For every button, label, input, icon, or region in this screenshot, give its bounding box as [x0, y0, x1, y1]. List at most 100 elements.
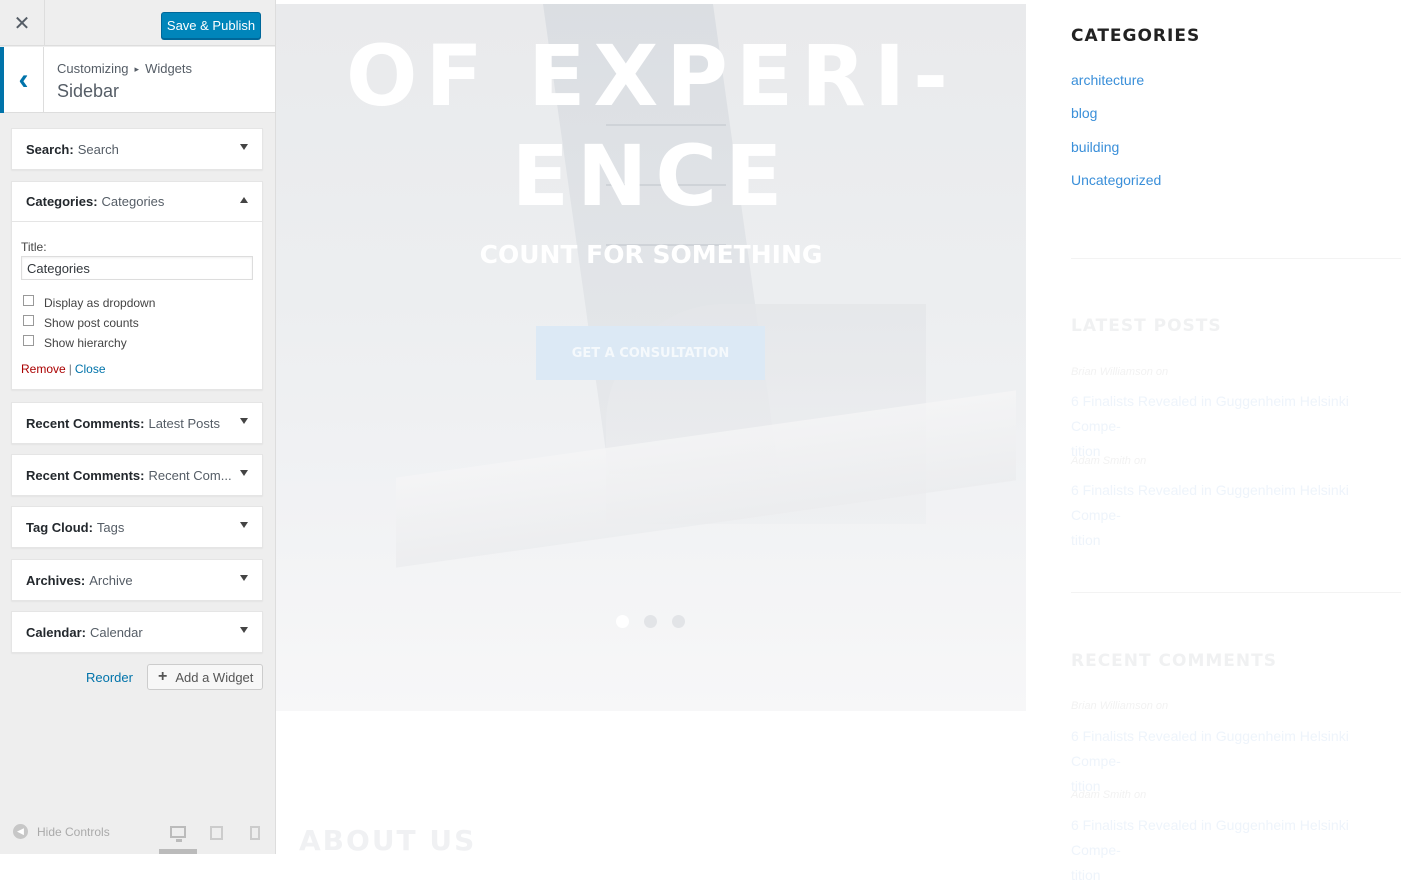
- about-heading: ABOUT US: [299, 824, 477, 857]
- comment-link-line: 6 Finalists Revealed in Guggenheim Helsi…: [1071, 728, 1349, 769]
- widget-type: Recent Comments:: [26, 467, 145, 483]
- checkbox-row-post-counts[interactable]: Show post counts: [23, 313, 253, 333]
- close-link[interactable]: Close: [75, 362, 106, 376]
- divider: [1071, 258, 1401, 259]
- consultation-button[interactable]: GET A CONSULTATION: [536, 326, 765, 380]
- post-meta: Adam Smith on: [1071, 455, 1147, 467]
- close-customizer-button[interactable]: ✕: [0, 0, 45, 46]
- section-title-bar: ‹ Customizing ▸ Widgets Sidebar: [0, 47, 275, 113]
- post-link[interactable]: 6 Finalists Revealed in Guggenheim Helsi…: [1071, 389, 1401, 464]
- comment-meta: Brian Williamson on: [1071, 700, 1169, 712]
- arrow-down-icon[interactable]: [240, 470, 248, 476]
- slider-dot[interactable]: [644, 615, 657, 628]
- widget-name: Categories: [101, 194, 165, 209]
- widget-form: Title: Display as dropdown Show post cou…: [12, 222, 262, 376]
- arrow-down-icon[interactable]: [240, 144, 248, 150]
- close-icon: ✕: [13, 12, 31, 35]
- chevron-left-icon: ‹: [18, 63, 29, 96]
- arrow-up-icon[interactable]: [240, 197, 248, 203]
- widget-archives: Archives: Archive: [11, 559, 263, 601]
- widget-actions: Remove | Close: [21, 362, 253, 376]
- collapse-arrow-icon: ◀: [13, 824, 28, 839]
- breadcrumb-separator-icon: ▸: [134, 64, 140, 74]
- back-button[interactable]: ‹: [0, 47, 44, 113]
- comment-link-line: tition: [1071, 867, 1101, 883]
- checkbox[interactable]: [23, 294, 34, 306]
- widget-header[interactable]: Search: Search: [12, 129, 262, 169]
- customizer-header: ✕ Save & Publish: [0, 0, 275, 46]
- comment-meta: Adam Smith on: [1071, 789, 1147, 801]
- category-link[interactable]: blog: [1071, 105, 1097, 121]
- widget-tag-cloud: Tag Cloud: Tags: [11, 506, 263, 548]
- widget-header[interactable]: Calendar: Calendar: [12, 612, 262, 652]
- widget-calendar: Calendar: Calendar: [11, 611, 263, 653]
- desktop-preview-icon[interactable]: [170, 826, 186, 842]
- post-meta: Brian Williamson on: [1071, 366, 1169, 378]
- recent-comments-heading: RECENT COMMENTS: [1071, 651, 1277, 671]
- post-link-line: 6 Finalists Revealed in Guggenheim Helsi…: [1071, 393, 1349, 434]
- widget-header[interactable]: Recent Comments: Recent Com...: [12, 455, 262, 495]
- breadcrumb: Customizing ▸ Widgets: [57, 61, 192, 76]
- hero-title-line: OF EXPERI-: [346, 27, 956, 125]
- hero-title: OF EXPERI- ENCE: [276, 26, 1026, 226]
- tablet-preview-icon[interactable]: [210, 826, 223, 840]
- comment-link-line: 6 Finalists Revealed in Guggenheim Helsi…: [1071, 817, 1349, 858]
- widget-search: Search: Search: [11, 128, 263, 170]
- widget-name: Search: [77, 141, 119, 157]
- checkbox[interactable]: [23, 314, 34, 326]
- widget-header[interactable]: Tag Cloud: Tags: [12, 507, 262, 547]
- widget-type: Calendar:: [26, 624, 86, 640]
- slider-dot[interactable]: [672, 615, 685, 628]
- comment-link[interactable]: 6 Finalists Revealed in Guggenheim Helsi…: [1071, 813, 1401, 888]
- widget-type: Search:: [26, 141, 74, 157]
- site-preview: OF EXPERI- ENCE COUNT FOR SOMETHING GET …: [276, 0, 1419, 883]
- widget-name: Tags: [96, 519, 125, 535]
- divider: [1071, 592, 1401, 593]
- arrow-down-icon[interactable]: [240, 418, 248, 424]
- hero-slider: OF EXPERI- ENCE COUNT FOR SOMETHING GET …: [276, 4, 1026, 711]
- arrow-down-icon[interactable]: [240, 522, 248, 528]
- category-link[interactable]: architecture: [1071, 72, 1144, 88]
- title-label: Title:: [21, 240, 47, 254]
- remove-link[interactable]: Remove: [21, 362, 66, 376]
- checkbox-group: Display as dropdown Show post counts Sho…: [21, 293, 253, 353]
- arrow-down-icon[interactable]: [240, 575, 248, 581]
- action-separator: |: [68, 362, 72, 376]
- breadcrumb-customizing: Customizing: [57, 61, 129, 76]
- widget-name: Latest Posts: [148, 415, 221, 431]
- checkbox[interactable]: [23, 334, 34, 346]
- checkbox-label: Show post counts: [44, 316, 139, 330]
- category-link[interactable]: building: [1071, 139, 1119, 155]
- arrow-down-icon[interactable]: [240, 627, 248, 633]
- slider-dots: [616, 615, 700, 628]
- widget-recent-comments-latest-posts: Recent Comments: Latest Posts: [11, 402, 263, 444]
- title-input[interactable]: [21, 256, 253, 280]
- widget-recent-comments: Recent Comments: Recent Com...: [11, 454, 263, 496]
- category-link[interactable]: Uncategorized: [1071, 172, 1161, 188]
- widget-header[interactable]: Categories: Categories: [12, 182, 262, 222]
- post-link-line: 6 Finalists Revealed in Guggenheim Helsi…: [1071, 482, 1349, 523]
- add-widget-button[interactable]: + Add a Widget: [147, 664, 263, 690]
- plus-icon: +: [158, 668, 168, 685]
- checkbox-label: Show hierarchy: [44, 336, 127, 350]
- save-publish-button[interactable]: Save & Publish: [161, 12, 261, 39]
- categories-heading: CATEGORIES: [1071, 26, 1201, 46]
- mobile-preview-icon[interactable]: [250, 826, 260, 840]
- hero-title-line: ENCE: [511, 127, 791, 225]
- checkbox-row-hierarchy[interactable]: Show hierarchy: [23, 333, 253, 353]
- widget-type: Tag Cloud:: [26, 519, 93, 535]
- hide-controls-button[interactable]: ◀ Hide Controls: [13, 824, 110, 839]
- active-device-indicator: [159, 849, 197, 854]
- widget-header[interactable]: Archives: Archive: [12, 560, 262, 600]
- widget-categories: Categories: Categories Title: Display as…: [11, 181, 263, 390]
- reorder-link[interactable]: Reorder: [86, 670, 133, 685]
- checkbox-row-dropdown[interactable]: Display as dropdown: [23, 293, 253, 313]
- panel-title: Sidebar: [57, 81, 120, 101]
- preview-sidebar: CATEGORIES architecture blog building Un…: [1071, 0, 1401, 883]
- widget-header[interactable]: Recent Comments: Latest Posts: [12, 403, 262, 443]
- post-link[interactable]: 6 Finalists Revealed in Guggenheim Helsi…: [1071, 478, 1401, 553]
- slider-dot[interactable]: [616, 615, 629, 628]
- customizer-footer: ◀ Hide Controls: [0, 808, 275, 854]
- comment-link[interactable]: 6 Finalists Revealed in Guggenheim Helsi…: [1071, 724, 1401, 799]
- checkbox-label: Display as dropdown: [44, 296, 156, 310]
